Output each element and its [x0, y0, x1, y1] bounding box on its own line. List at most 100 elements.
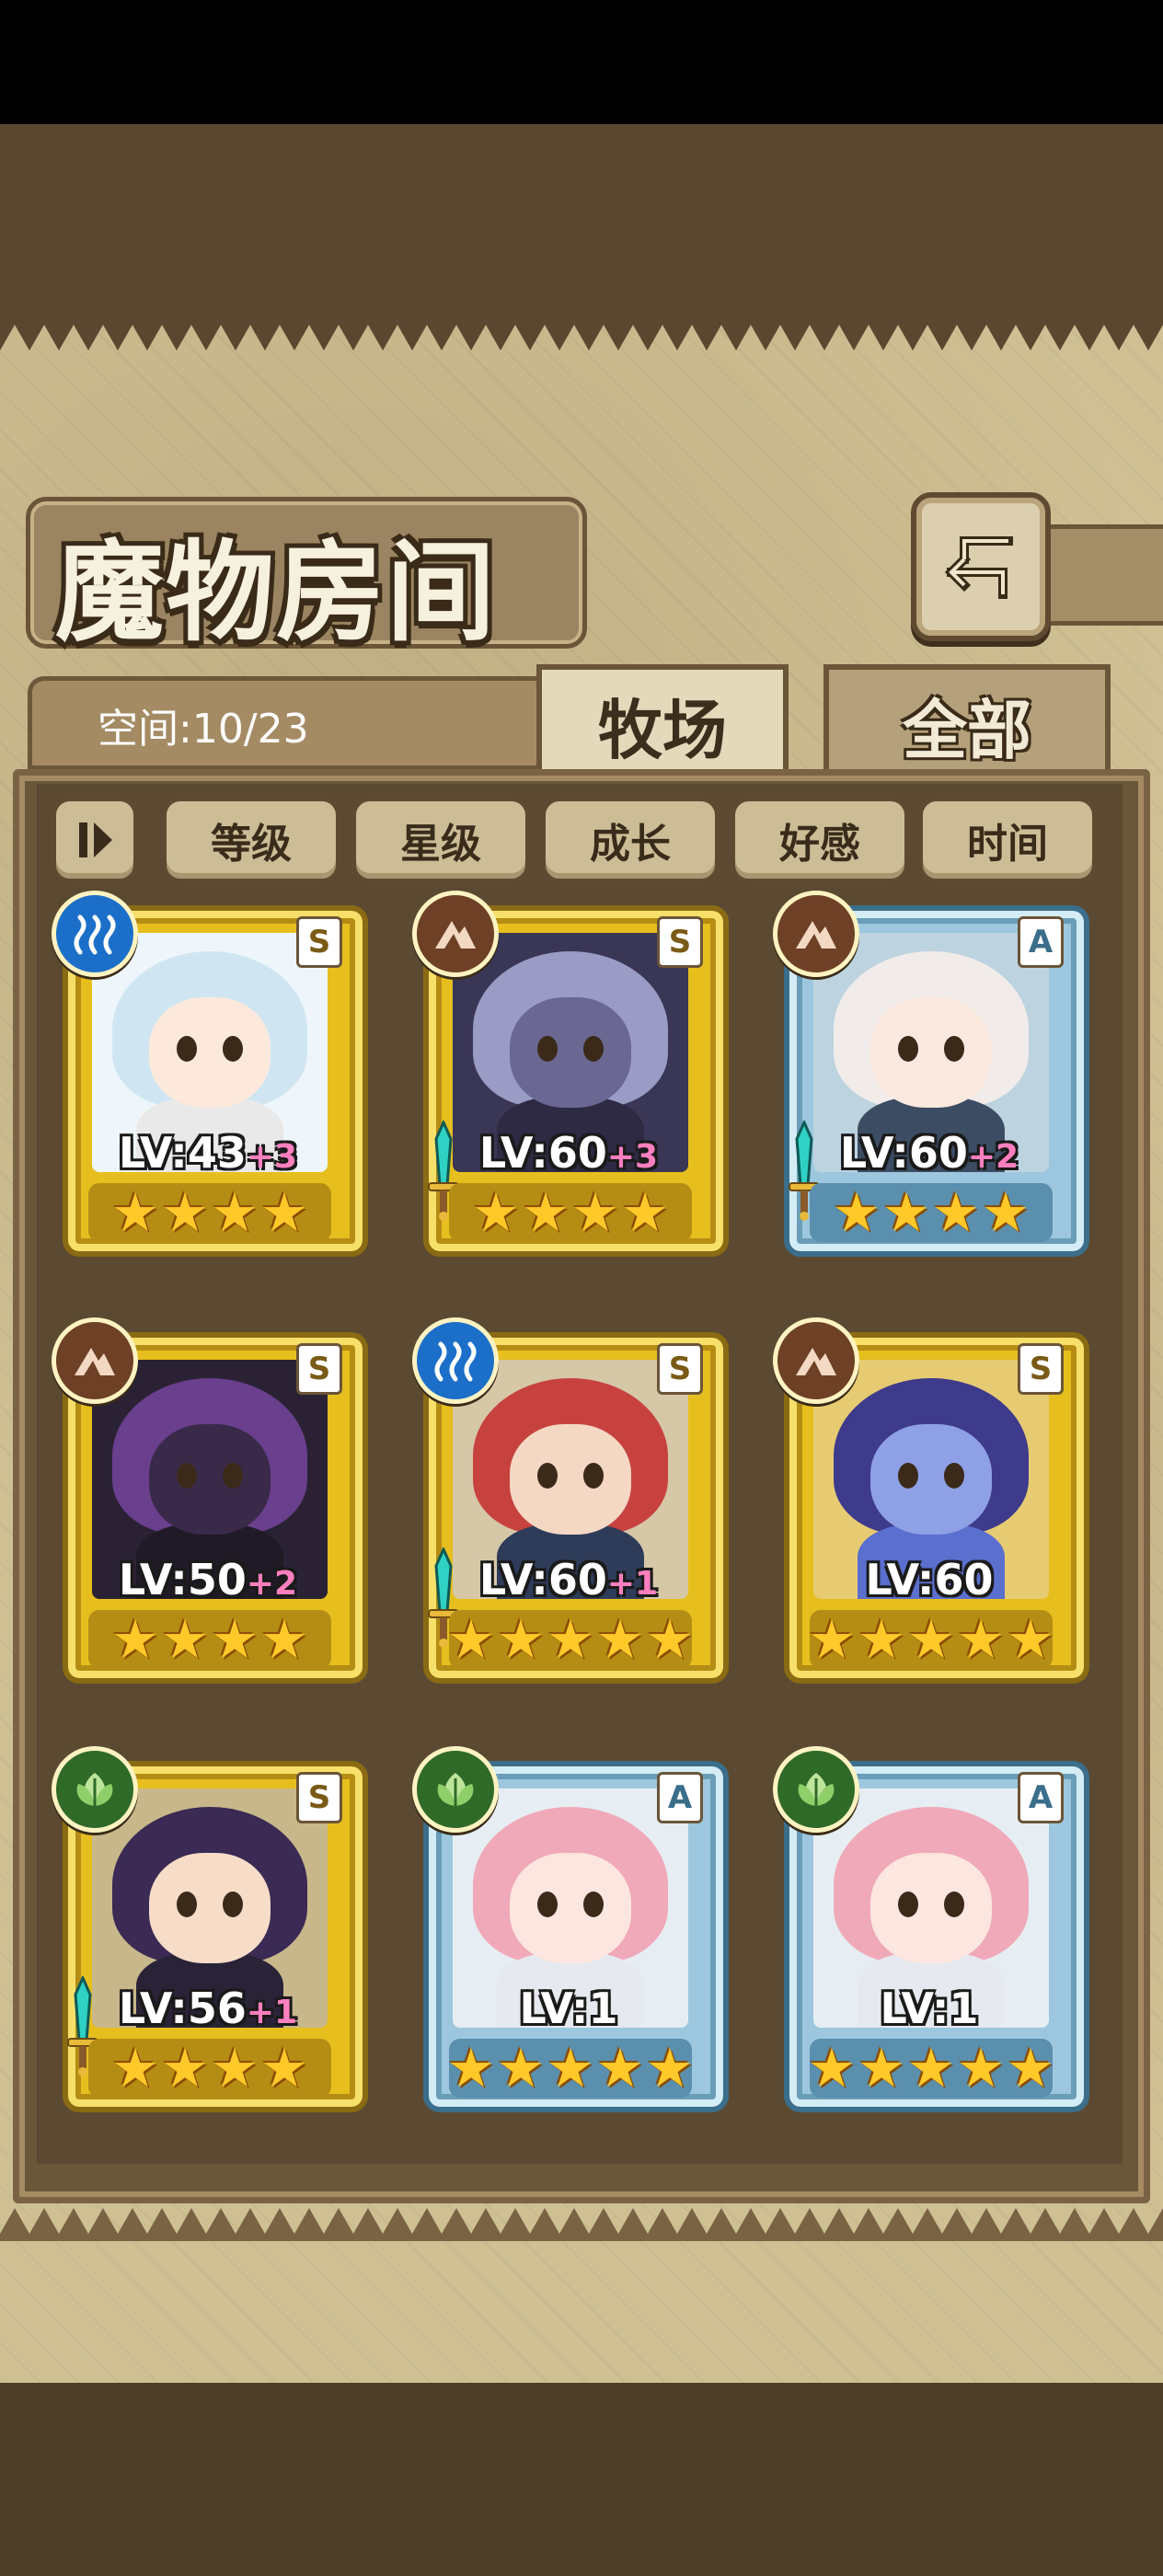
sort-time-button[interactable]: 时间	[918, 797, 1097, 883]
star-icon: ★	[646, 2037, 694, 2099]
level-value: LV:1	[519, 1984, 618, 2033]
sort-order-toggle[interactable]	[52, 797, 138, 883]
bottom-map-strip	[0, 2383, 1163, 2576]
star-icon: ★	[907, 2037, 955, 2099]
top-map-strip	[0, 124, 1163, 317]
star-icon: ★	[646, 1608, 694, 1671]
level-value: LV:60	[478, 1555, 607, 1604]
level-bonus: +1	[606, 1565, 659, 1603]
return-arrow-icon	[944, 536, 1013, 599]
rank-badge: S	[296, 916, 342, 968]
star-icon: ★	[211, 1181, 259, 1244]
monster-level: LV:60+3	[467, 1128, 670, 1178]
sort-level-button[interactable]: 等级	[162, 797, 340, 883]
monster-card[interactable]: LV:43+3 ★ ★ ★ ★ S	[52, 891, 368, 1277]
sort-star-button[interactable]: 星级	[351, 797, 530, 883]
sort-growth-label: 成长	[590, 821, 671, 868]
monster-level: LV:60+1	[467, 1555, 670, 1604]
sort-growth-button[interactable]: 成长	[541, 797, 720, 883]
star-icon: ★	[547, 1608, 594, 1671]
bottom-zigzag-border	[0, 2208, 1163, 2241]
star-icon: ★	[1007, 2037, 1054, 2099]
sort-affection-label: 好感	[779, 821, 860, 868]
level-bonus: +1	[246, 1994, 298, 2031]
star-rating: ★ ★ ★ ★ ★	[808, 2037, 1054, 2099]
level-bonus: +3	[606, 1138, 659, 1176]
star-icon: ★	[571, 1181, 619, 1244]
star-icon: ★	[907, 1608, 955, 1671]
rank-badge: S	[296, 1343, 342, 1395]
monster-level: LV:1	[467, 1984, 670, 2033]
page-title: 魔物房间	[55, 528, 498, 656]
star-icon: ★	[161, 1181, 209, 1244]
star-rating: ★ ★ ★ ★	[88, 2039, 331, 2098]
rank-badge: A	[657, 1772, 703, 1823]
leaf-icon	[52, 1746, 138, 1833]
star-icon: ★	[260, 1608, 308, 1671]
water-wave-icon	[52, 891, 138, 977]
monster-level: LV:60	[828, 1555, 1031, 1604]
monster-card[interactable]: LV:60+3 ★ ★ ★ ★ S	[412, 891, 729, 1277]
level-value: LV:1	[880, 1984, 979, 2033]
monster-card[interactable]: LV:60+2 ★ ★ ★ ★ A	[773, 891, 1089, 1277]
star-icon: ★	[111, 1608, 159, 1671]
tab-ranch[interactable]: 牧场	[536, 664, 789, 786]
star-rating: ★ ★ ★ ★	[810, 1183, 1053, 1242]
rank-badge: A	[1018, 1772, 1064, 1823]
rank-badge: S	[296, 1772, 342, 1823]
level-value: LV:50	[118, 1555, 247, 1604]
level-value: LV:56	[118, 1984, 247, 2033]
monster-level: LV:43+3	[107, 1128, 309, 1178]
tab-all-label: 全部	[903, 691, 1031, 768]
star-icon: ★	[957, 2037, 1005, 2099]
rank-badge: S	[657, 1343, 703, 1395]
tab-ranch-label: 牧场	[598, 691, 727, 768]
capacity-label: 空间:10/23	[98, 706, 309, 753]
monster-card[interactable]: LV:60 ★ ★ ★ ★ ★ S	[773, 1317, 1089, 1704]
star-icon: ★	[161, 1608, 209, 1671]
mountain-icon	[412, 891, 499, 977]
level-bonus: +2	[246, 1565, 298, 1603]
rank-badge: S	[1018, 1343, 1064, 1395]
star-icon: ★	[808, 2037, 856, 2099]
star-icon: ★	[260, 1181, 308, 1244]
rank-badge: A	[1018, 916, 1064, 968]
mountain-icon	[773, 891, 859, 977]
star-icon: ★	[596, 1608, 644, 1671]
star-icon: ★	[882, 1181, 930, 1244]
star-icon: ★	[522, 1181, 570, 1244]
mountain-icon	[773, 1317, 859, 1404]
star-rating: ★ ★ ★ ★	[449, 1183, 692, 1242]
monster-level: LV:56+1	[107, 1984, 309, 2033]
star-rating: ★ ★ ★ ★	[88, 1610, 331, 1669]
sort-affection-button[interactable]: 好感	[731, 797, 909, 883]
tab-all[interactable]: 全部	[823, 664, 1111, 786]
leaf-icon	[412, 1746, 499, 1833]
star-icon: ★	[932, 1181, 980, 1244]
star-icon: ★	[596, 2037, 644, 2099]
star-rating: ★ ★ ★ ★ ★	[808, 1608, 1054, 1671]
mountain-icon	[52, 1317, 138, 1404]
pause-toggle-icon	[79, 822, 112, 857]
star-icon: ★	[982, 1181, 1030, 1244]
star-icon: ★	[858, 1608, 905, 1671]
star-rating: ★ ★ ★ ★ ★	[447, 2037, 694, 2099]
monster-card[interactable]: LV:50+2 ★ ★ ★ ★ S	[52, 1317, 368, 1704]
monster-level: LV:60+2	[828, 1128, 1031, 1178]
star-icon: ★	[447, 1608, 495, 1671]
star-icon: ★	[211, 2037, 259, 2099]
monster-card[interactable]: LV:1 ★ ★ ★ ★ ★ A	[773, 1746, 1089, 2133]
back-button[interactable]	[911, 492, 1051, 641]
water-wave-icon	[412, 1317, 499, 1404]
star-icon: ★	[497, 1608, 545, 1671]
leaf-icon	[773, 1746, 859, 1833]
star-icon: ★	[211, 1608, 259, 1671]
monster-level: LV:50+2	[107, 1555, 309, 1604]
star-icon: ★	[957, 1608, 1005, 1671]
sort-time-label: 时间	[967, 821, 1048, 868]
monster-card[interactable]: LV:60+1 ★ ★ ★ ★ ★ S	[412, 1317, 729, 1704]
monster-card[interactable]: LV:1 ★ ★ ★ ★ ★ A	[412, 1746, 729, 2133]
star-icon: ★	[858, 2037, 905, 2099]
monster-card[interactable]: LV:56+1 ★ ★ ★ ★ S	[52, 1746, 368, 2133]
rank-badge: S	[657, 916, 703, 968]
